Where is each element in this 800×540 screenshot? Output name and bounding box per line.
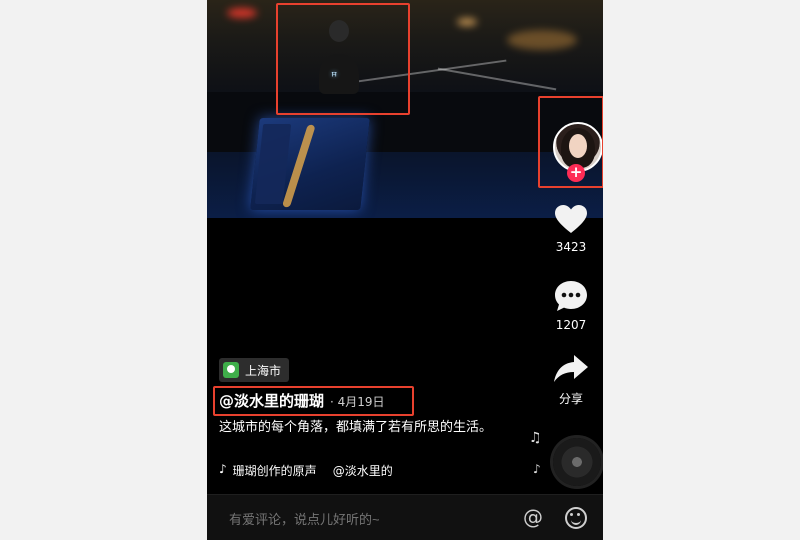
comment-count: 1207 (555, 318, 587, 332)
comment-input[interactable] (227, 511, 511, 528)
post-caption: 这城市的每个角落，都填满了若有所思的生活。 (219, 420, 493, 435)
music-note-icon: ♪ (533, 462, 541, 476)
share-button[interactable]: 分享 (539, 354, 603, 407)
highlight-box-author (213, 386, 414, 416)
video-feed-screen: ꟸ + 3423 1207 分享 ♫ ♪ 上海市 @淡水里的珊瑚 · 4月19日… (207, 0, 603, 540)
emoji-icon[interactable] (565, 507, 587, 529)
location-pin-icon (223, 362, 239, 378)
sound-title: 珊瑚创作的原声 (232, 464, 317, 478)
tiktok-logo-icon: ♪ (219, 462, 227, 476)
highlight-box-avatar (538, 96, 603, 188)
navigation-screen (250, 118, 370, 210)
share-arrow-icon (554, 355, 588, 382)
music-note-icon: ♫ (529, 430, 542, 446)
sound-mention: @淡水里的 (332, 464, 393, 478)
like-button[interactable]: 3423 (539, 204, 603, 254)
highlight-box-figurine (276, 3, 410, 115)
street-light (457, 18, 477, 26)
comment-bar: @ (207, 494, 603, 540)
heart-icon (555, 205, 587, 233)
sound-row[interactable]: ♪ 珊瑚创作的原声 @淡水里的 (219, 462, 419, 479)
location-label: 上海市 (245, 363, 282, 378)
action-rail: + 3423 1207 分享 ♫ ♪ (529, 0, 603, 540)
comment-bubble-icon (555, 281, 587, 311)
share-label: 分享 (558, 392, 583, 406)
comment-button[interactable]: 1207 (539, 280, 603, 332)
like-count: 3423 (555, 240, 587, 254)
location-tag[interactable]: 上海市 (219, 358, 290, 382)
tail-light (227, 8, 257, 18)
music-disc[interactable] (553, 438, 601, 486)
mention-button[interactable]: @ (523, 505, 543, 529)
